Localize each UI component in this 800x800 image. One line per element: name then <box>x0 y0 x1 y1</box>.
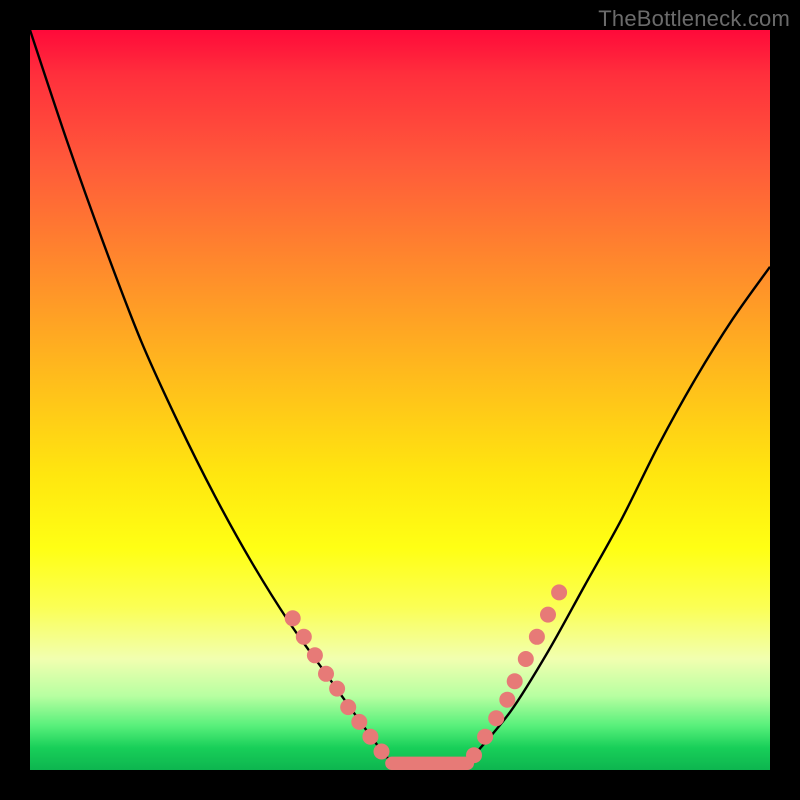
dot-right-1 <box>477 729 493 745</box>
dot-left-4 <box>329 681 345 697</box>
dot-right-6 <box>529 629 545 645</box>
dot-left-0 <box>285 610 301 626</box>
dot-left-1 <box>296 629 312 645</box>
dot-left-7 <box>362 729 378 745</box>
dot-left-8 <box>374 744 390 760</box>
dot-left-5 <box>340 699 356 715</box>
dot-right-4 <box>507 673 523 689</box>
dot-left-6 <box>351 714 367 730</box>
dot-left-2 <box>307 647 323 663</box>
dot-right-2 <box>488 710 504 726</box>
dot-left-3 <box>318 666 334 682</box>
chart-overlay-svg <box>30 30 770 770</box>
watermark-text: TheBottleneck.com <box>598 6 790 32</box>
chart-stage: TheBottleneck.com <box>0 0 800 800</box>
curve-curve-left <box>30 30 400 770</box>
bottom-bar <box>385 757 474 770</box>
dot-right-5 <box>518 651 534 667</box>
dot-right-8 <box>551 584 567 600</box>
dot-right-7 <box>540 607 556 623</box>
dot-right-3 <box>499 692 515 708</box>
plot-area <box>30 30 770 770</box>
dot-right-0 <box>466 747 482 763</box>
